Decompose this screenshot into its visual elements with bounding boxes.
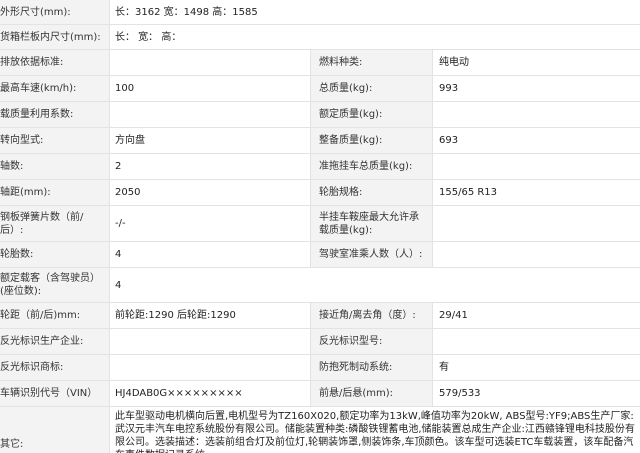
spec-row: 轮胎数: 4 驾驶室准乘人数（人）:: [0, 242, 640, 268]
value-wheelbase: 2050: [110, 180, 311, 205]
label-curb-mass: 整备质量(kg):: [311, 128, 433, 153]
spec-row-cargo-box: 货箱栏板内尺寸(mm): 长： 宽： 高：: [0, 25, 640, 50]
vehicle-spec-table: 外形尺寸(mm): 长：3162 宽：1498 高：1585 货箱栏板内尺寸(m…: [0, 0, 640, 453]
label-approach-departure: 接近角/离去角（度）:: [311, 303, 433, 328]
value-steering-type: 方向盘: [110, 128, 311, 153]
spec-row: 轴数: 2 准拖挂车总质量(kg):: [0, 154, 640, 180]
value-curb-mass: 693: [433, 128, 640, 153]
label-load-utilization: 载质量利用系数:: [0, 102, 110, 127]
value-cab-occupants: [433, 242, 640, 267]
value-other-notes: 此车型驱动电机横向后置,电机型号为TZ160X020,额定功率为13kW,峰值功…: [110, 407, 640, 453]
spec-row-dimensions: 外形尺寸(mm): 长：3162 宽：1498 高：1585: [0, 0, 640, 25]
spec-row: 轴距(mm): 2050 轮胎规格: 155/65 R13: [0, 180, 640, 206]
label-steering-type: 转向型式:: [0, 128, 110, 153]
value-leaf-springs: -/-: [110, 206, 311, 241]
spec-row-other: 其它: 此车型驱动电机横向后置,电机型号为TZ160X020,额定功率为13kW…: [0, 407, 640, 453]
value-total-mass: 993: [433, 76, 640, 101]
label-reflector-model: 反光标识型号:: [311, 329, 433, 354]
label-reflector-maker: 反光标识生产企业:: [0, 329, 110, 354]
spec-row: 反光标识生产企业: 反光标识型号:: [0, 329, 640, 355]
label-reflector-brand: 反光标识商标:: [0, 355, 110, 380]
value-cargo-box: 长： 宽： 高：: [110, 25, 640, 49]
value-approach-departure: 29/41: [433, 303, 640, 328]
value-rated-mass: [433, 102, 640, 127]
value-overhang: 579/533: [433, 381, 640, 406]
value-emission-standard: [110, 50, 311, 75]
spec-row: 反光标识商标: 防抱死制动系统: 有: [0, 355, 640, 381]
value-dimensions: 长：3162 宽：1498 高：1585: [110, 0, 640, 24]
value-vin: HJ4DAB0G×××××××××: [110, 381, 311, 406]
spec-row: 排放依据标准: 燃料种类: 纯电动: [0, 50, 640, 76]
spec-row: 轮距（前/后)mm: 前轮距:1290 后轮距:1290 接近角/离去角（度）:…: [0, 303, 640, 329]
value-reflector-brand: [110, 355, 311, 380]
value-rated-passengers: 4: [110, 268, 640, 302]
label-abs-system: 防抱死制动系统:: [311, 355, 433, 380]
value-fuel-type: 纯电动: [433, 50, 640, 75]
label-vin: 车辆识别代号（VIN）: [0, 381, 110, 406]
spec-row-passengers: 额定载客（含驾驶员）(座位数): 4: [0, 268, 640, 303]
value-load-utilization: [110, 102, 311, 127]
value-tire-count: 4: [110, 242, 311, 267]
value-tire-spec: 155/65 R13: [433, 180, 640, 205]
label-axle-count: 轴数:: [0, 154, 110, 179]
label-cargo-box: 货箱栏板内尺寸(mm):: [0, 25, 110, 49]
label-tire-spec: 轮胎规格:: [311, 180, 433, 205]
value-reflector-maker: [110, 329, 311, 354]
label-emission-standard: 排放依据标准:: [0, 50, 110, 75]
label-rated-mass: 额定质量(kg):: [311, 102, 433, 127]
spec-row: 车辆识别代号（VIN） HJ4DAB0G××××××××× 前悬/后悬(mm):…: [0, 381, 640, 407]
spec-row: 钢板弹簧片数（前/后）: -/- 半挂车鞍座最大允许承载质量(kg):: [0, 206, 640, 242]
label-dimensions: 外形尺寸(mm):: [0, 0, 110, 24]
spec-row: 载质量利用系数: 额定质量(kg):: [0, 102, 640, 128]
spec-row: 转向型式: 方向盘 整备质量(kg): 693: [0, 128, 640, 154]
value-axle-count: 2: [110, 154, 311, 179]
value-track-width: 前轮距:1290 后轮距:1290: [110, 303, 311, 328]
value-max-speed: 100: [110, 76, 311, 101]
value-saddle-load: [433, 206, 640, 241]
label-max-speed: 最高车速(km/h):: [0, 76, 110, 101]
value-reflector-model: [433, 329, 640, 354]
label-wheelbase: 轴距(mm):: [0, 180, 110, 205]
value-trailer-mass: [433, 154, 640, 179]
label-other: 其它:: [0, 407, 110, 453]
value-abs-system: 有: [433, 355, 640, 380]
label-cab-occupants: 驾驶室准乘人数（人）:: [311, 242, 433, 267]
label-rated-passengers: 额定载客（含驾驶员）(座位数):: [0, 268, 110, 302]
label-total-mass: 总质量(kg):: [311, 76, 433, 101]
label-saddle-load: 半挂车鞍座最大允许承载质量(kg):: [311, 206, 433, 241]
label-overhang: 前悬/后悬(mm):: [311, 381, 433, 406]
label-leaf-springs: 钢板弹簧片数（前/后）:: [0, 206, 110, 241]
label-track-width: 轮距（前/后)mm:: [0, 303, 110, 328]
label-tire-count: 轮胎数:: [0, 242, 110, 267]
label-fuel-type: 燃料种类:: [311, 50, 433, 75]
spec-row: 最高车速(km/h): 100 总质量(kg): 993: [0, 76, 640, 102]
label-trailer-mass: 准拖挂车总质量(kg):: [311, 154, 433, 179]
